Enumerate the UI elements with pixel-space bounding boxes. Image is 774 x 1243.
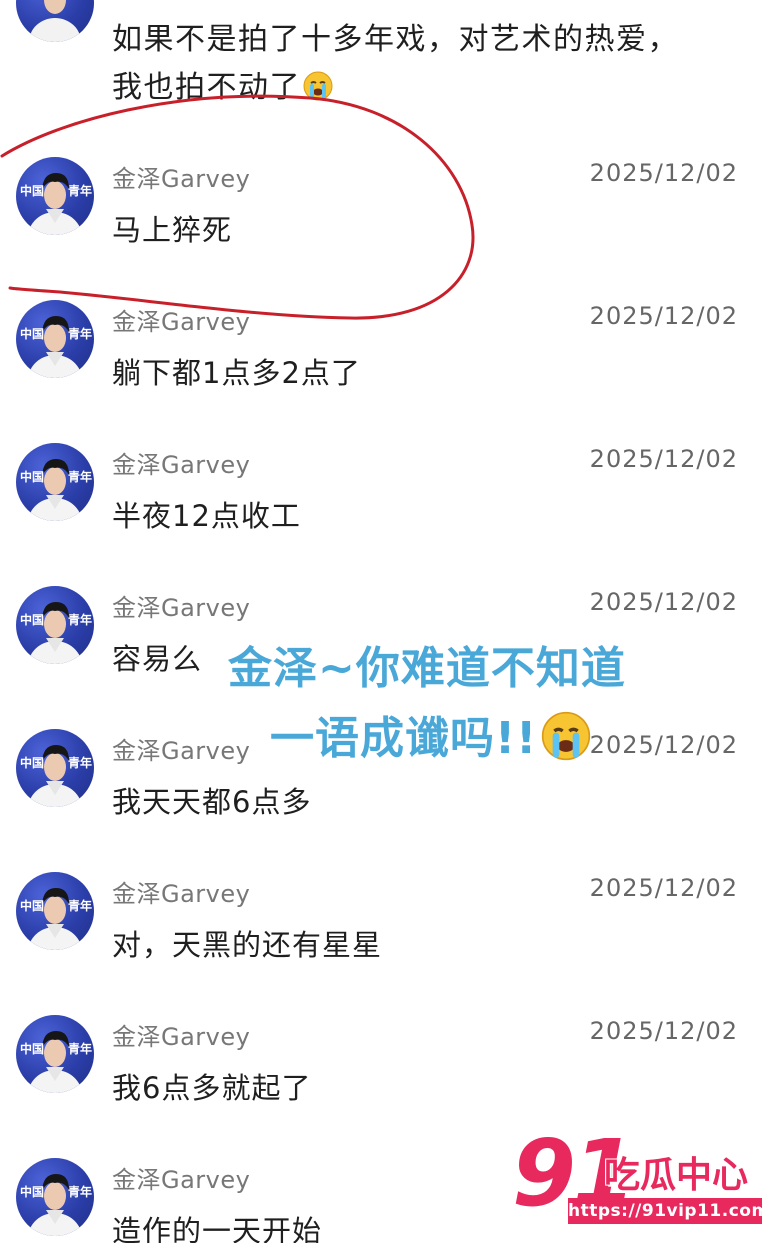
site-watermark: 91 吃瓜中心 https://91vip11.com	[512, 1128, 772, 1238]
avatar-portrait-icon: 中国 青年	[20, 459, 92, 521]
comment-text: 马上猝死	[112, 213, 233, 247]
comment-text: 我天天都6点多	[112, 785, 312, 819]
comment-item: 中国 青年 金泽Garvey 2025/12/02 半夜12点收工	[0, 443, 774, 583]
comment-date: 2025/12/02	[589, 159, 738, 187]
comment-username[interactable]: 金泽Garvey	[112, 1160, 250, 1195]
comment-item: 中国 青年 金泽Garvey 2025/12/02 对，天黑的还有星星	[0, 872, 774, 1012]
avatar[interactable]: 中国 青年	[16, 1158, 94, 1236]
comment-thread-screen: 如果不是拍了十多年戏，对艺术的热爱， 我也拍不动了 中国 青年 金泽Garvey 20…	[0, 0, 774, 1243]
overlay-caption-line-1: 金泽~你难道不知道	[228, 643, 626, 694]
avatar-badge-left: 中国	[20, 183, 44, 198]
avatar-badge-left: 中国	[20, 612, 44, 627]
loudly-crying-face-icon	[303, 71, 333, 101]
comment-username[interactable]: 金泽Garvey	[112, 302, 250, 337]
comment-text: 造作的一天开始	[112, 1214, 323, 1243]
comment-username[interactable]: 金泽Garvey	[112, 445, 250, 480]
avatar[interactable]: 中国 青年	[16, 729, 94, 807]
comment-date: 2025/12/02	[589, 445, 738, 473]
avatar-badge-left: 中国	[20, 898, 44, 913]
avatar-badge-right: 青年	[68, 612, 92, 627]
comment-username[interactable]: 金泽Garvey	[112, 874, 250, 909]
avatar[interactable]: 中国 青年	[16, 157, 94, 235]
avatar-portrait-icon: 中国 青年	[20, 888, 92, 950]
avatar[interactable]: 中国 青年	[16, 872, 94, 950]
watermark-name: 吃瓜中心	[604, 1155, 749, 1196]
avatar-badge-right: 青年	[68, 898, 92, 913]
avatar-badge-right: 青年	[68, 1041, 92, 1056]
avatar[interactable]: 中国 青年	[16, 300, 94, 378]
comment-text-line-1: 如果不是拍了十多年戏，对艺术的热爱，	[112, 22, 679, 57]
watermark-url: https://91vip11.com	[568, 1198, 769, 1224]
avatar-portrait-icon: 中国 青年	[20, 1031, 92, 1093]
avatar[interactable]: 中国 青年	[16, 1015, 94, 1093]
avatar-badge-right: 青年	[68, 469, 92, 484]
avatar-portrait-icon: 中国 青年	[20, 173, 92, 235]
comment-item-top: 如果不是拍了十多年戏，对艺术的热爱， 我也拍不动了	[0, 0, 774, 110]
avatar-badge-left: 中国	[20, 1184, 44, 1199]
comment-date: 2025/12/02	[589, 1017, 738, 1045]
avatar[interactable]: 中国 青年	[16, 443, 94, 521]
avatar-portrait-icon	[29, 0, 81, 42]
comment-text-line-2-text: 我也拍不动了	[112, 70, 301, 105]
avatar-badge-left: 中国	[20, 755, 44, 770]
overlay-caption-line-2: 一语成谶吗!!	[270, 702, 591, 766]
avatar-portrait-icon: 中国 青年	[20, 602, 92, 664]
avatar[interactable]	[16, 0, 94, 42]
comment-text: 躺下都1点多2点了	[112, 356, 361, 390]
comment-username[interactable]: 金泽Garvey	[112, 731, 250, 766]
comment-username[interactable]: 金泽Garvey	[112, 1017, 250, 1052]
avatar-portrait-icon: 中国 青年	[20, 745, 92, 807]
avatar-badge-left: 中国	[20, 326, 44, 341]
avatar-badge-right: 青年	[68, 1184, 92, 1199]
comment-text: 半夜12点收工	[112, 499, 301, 533]
comment-username[interactable]: 金泽Garvey	[112, 159, 250, 194]
comment-date: 2025/12/02	[589, 874, 738, 902]
avatar-portrait-icon: 中国 青年	[20, 316, 92, 378]
avatar-badge-right: 青年	[68, 755, 92, 770]
avatar[interactable]: 中国 青年	[16, 586, 94, 664]
comment-date: 2025/12/02	[589, 731, 738, 759]
comment-text: 我6点多就起了	[112, 1071, 312, 1105]
avatar-portrait-icon: 中国 青年	[20, 1174, 92, 1236]
avatar-badge-right: 青年	[68, 326, 92, 341]
comment-item: 中国 青年 金泽Garvey 2025/12/02 马上猝死	[0, 157, 774, 297]
comment-text-line-2: 我也拍不动了	[112, 62, 333, 106]
avatar-badge-left: 中国	[20, 1041, 44, 1056]
loudly-crying-face-icon	[541, 711, 591, 761]
comment-date: 2025/12/02	[589, 302, 738, 330]
comment-text: 容易么	[112, 642, 203, 676]
avatar-badge-left: 中国	[20, 469, 44, 484]
avatar-badge-right: 青年	[68, 183, 92, 198]
comment-username[interactable]: 金泽Garvey	[112, 588, 250, 623]
comment-date: 2025/12/02	[589, 588, 738, 616]
comment-text: 对，天黑的还有星星	[112, 928, 383, 962]
comment-item: 中国 青年 金泽Garvey 2025/12/02 躺下都1点多2点了	[0, 300, 774, 440]
overlay-caption-line-2-text: 一语成谶吗!!	[270, 713, 538, 764]
